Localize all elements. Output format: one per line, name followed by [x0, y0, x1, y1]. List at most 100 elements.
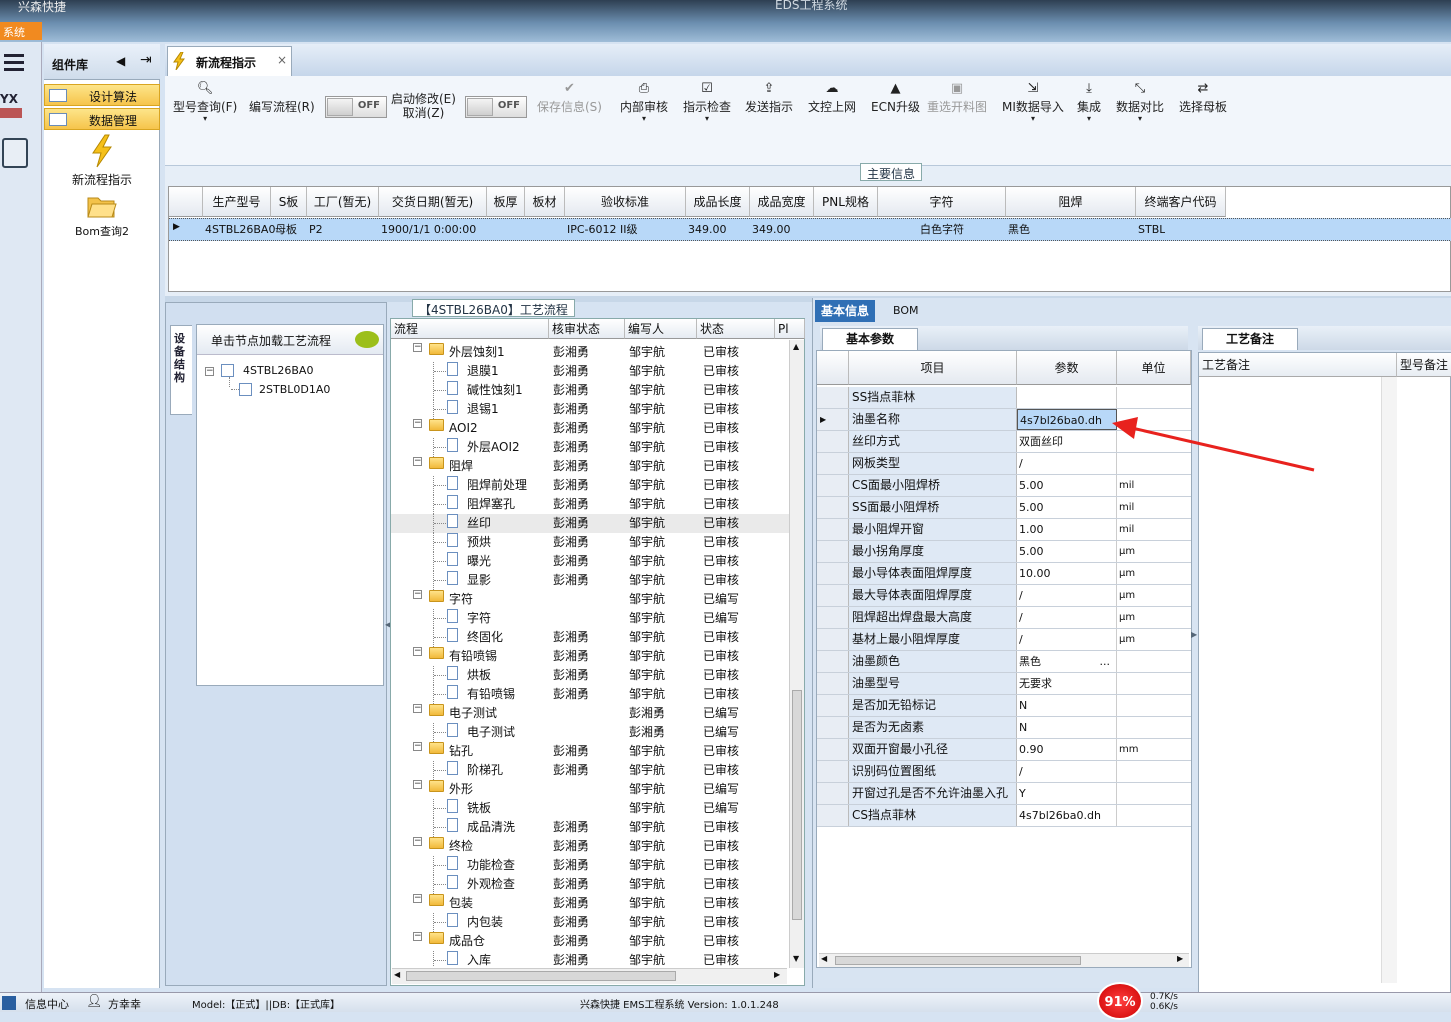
column-header[interactable]: 单位 — [1117, 351, 1191, 385]
collapse-toggle[interactable]: − — [413, 647, 422, 656]
exit-icon[interactable]: ⇥ — [140, 52, 152, 68]
collapse-toggle[interactable]: − — [413, 704, 422, 713]
param-row[interactable]: 阻焊超出焊盘最大高度 / μm — [817, 607, 1191, 629]
param-value[interactable]: 5.00 — [1017, 541, 1117, 562]
column-header[interactable]: 板厚 — [487, 187, 525, 217]
column-header[interactable]: Pl — [775, 319, 805, 339]
flow-row[interactable]: − 成品仓 彭湘勇 邹宇航 已审核 — [391, 932, 789, 951]
row-selector[interactable] — [817, 629, 849, 650]
collapse-toggle[interactable]: − — [413, 590, 422, 599]
param-row[interactable]: 识别码位置图纸 / — [817, 761, 1191, 783]
horizontal-scrollbar[interactable]: ◀ ▶ — [819, 953, 1189, 967]
column-header[interactable]: 验收标准 — [565, 187, 686, 217]
param-row[interactable]: 基材上最小阻焊厚度 / μm — [817, 629, 1191, 651]
flow-row[interactable]: 阻焊塞孔 彭湘勇 邹宇航 已审核 — [391, 495, 789, 514]
row-selector[interactable] — [817, 805, 849, 826]
table-row[interactable]: ▶ — [169, 218, 1451, 241]
row-selector[interactable] — [817, 563, 849, 584]
flow-row[interactable]: 曝光 彭湘勇 邹宇航 已审核 — [391, 552, 789, 571]
flow-row[interactable]: 电子测试 彭湘勇 已编写 — [391, 723, 789, 742]
horizontal-scrollbar[interactable]: ◀ ▶ — [392, 968, 787, 984]
internal-review-button[interactable]: ⎙ 内部审核 ▾ — [620, 80, 668, 123]
collapse-toggle[interactable]: − — [413, 343, 422, 352]
column-header[interactable]: 项目 — [849, 351, 1017, 385]
column-header[interactable]: 状态 — [697, 319, 775, 339]
column-header[interactable]: 型号备注 — [1397, 353, 1451, 377]
cpu-usage-badge[interactable]: 91% — [1097, 982, 1143, 1020]
column-header[interactable]: 板材 — [525, 187, 565, 217]
vertical-tab-device-structure[interactable]: 设备结构 — [170, 325, 192, 415]
flow-row[interactable]: 字符 邹宇航 已编写 — [391, 609, 789, 628]
comment-bubble-icon[interactable] — [355, 331, 379, 348]
param-row[interactable]: SS面最小阻焊桥 5.00 mil — [817, 497, 1191, 519]
column-header[interactable]: 生产型号 — [203, 187, 271, 217]
doc-control-online-button[interactable]: ☁ 文控上网 — [808, 80, 856, 115]
reselect-cutting-chart-button[interactable]: ▣ 重选开料图 — [927, 80, 987, 115]
column-header[interactable]: 字符 — [878, 187, 1006, 217]
write-flow-button[interactable]: 编写流程(R) — [249, 98, 315, 115]
row-selector[interactable] — [817, 519, 849, 540]
row-selector[interactable] — [817, 585, 849, 606]
collapse-toggle[interactable]: − — [413, 932, 422, 941]
flow-row[interactable]: − 包装 彭湘勇 邹宇航 已审核 — [391, 894, 789, 913]
collapse-toggle[interactable]: − — [413, 894, 422, 903]
param-value[interactable]: / — [1017, 453, 1117, 474]
column-header[interactable]: 参数 — [1017, 351, 1117, 385]
param-row[interactable]: 最小导体表面阻焊厚度 10.00 μm — [817, 563, 1191, 585]
flow-row[interactable]: 丝印 彭湘勇 邹宇航 已审核 — [391, 514, 789, 533]
param-value[interactable]: 4s7bl26ba0.dh — [1017, 805, 1117, 826]
yx-app-icon[interactable]: YX — [0, 92, 30, 126]
column-header[interactable]: 阻焊 — [1006, 187, 1136, 217]
flow-row[interactable]: 内包装 彭湘勇 邹宇航 已审核 — [391, 913, 789, 932]
flow-row[interactable]: − 终检 彭湘勇 邹宇航 已审核 — [391, 837, 789, 856]
flow-row[interactable]: − AOI2 彭湘勇 邹宇航 已审核 — [391, 419, 789, 438]
row-selector[interactable] — [817, 739, 849, 760]
param-value[interactable]: 黑色... — [1017, 651, 1117, 672]
row-selector[interactable] — [817, 453, 849, 474]
flow-row[interactable]: 退锡1 彭湘勇 邹宇航 已审核 — [391, 400, 789, 419]
param-value[interactable]: / — [1017, 585, 1117, 606]
row-selector[interactable] — [817, 431, 849, 452]
tab-new-flow[interactable]: 新流程指示 × — [167, 46, 292, 76]
tab-close-icon[interactable]: × — [277, 53, 287, 67]
column-header[interactable]: 工艺备注 — [1199, 353, 1397, 377]
flow-row[interactable]: − 电子测试 彭湘勇 已编写 — [391, 704, 789, 723]
param-value[interactable]: 10.00 — [1017, 563, 1117, 584]
param-value[interactable]: 1.00 — [1017, 519, 1117, 540]
sidebar-item-design-algorithm[interactable]: 设计算法 — [44, 84, 160, 106]
param-value[interactable]: 4s7bl26ba0.dh — [1017, 409, 1117, 430]
param-value[interactable]: 双面丝印 — [1017, 431, 1117, 452]
flow-row[interactable]: 有铅喷锡 彭湘勇 邹宇航 已审核 — [391, 685, 789, 704]
integrate-button[interactable]: ⤓ 集成 ▾ — [1077, 80, 1101, 123]
sidebar-item-data-management[interactable]: 数据管理 — [44, 108, 160, 130]
flow-row[interactable]: 外观检查 彭湘勇 邹宇航 已审核 — [391, 875, 789, 894]
column-header[interactable]: 交货日期(暂无) — [379, 187, 487, 217]
row-selector[interactable] — [817, 497, 849, 518]
row-selector[interactable]: ▶ — [817, 409, 849, 430]
mi-data-import-button[interactable]: ⇲ MI数据导入 ▾ — [1002, 80, 1064, 123]
flow-row[interactable]: − 钻孔 彭湘勇 邹宇航 已审核 — [391, 742, 789, 761]
param-row[interactable]: 开窗过孔是否不允许油墨入孔 Y — [817, 783, 1191, 805]
param-value[interactable]: / — [1017, 629, 1117, 650]
flow-row[interactable]: 碱性蚀刻1 彭湘勇 邹宇航 已审核 — [391, 381, 789, 400]
row-selector[interactable] — [817, 387, 849, 408]
param-row[interactable]: 油墨型号 无要求 — [817, 673, 1191, 695]
nav-bom-query[interactable]: Bom查询2 — [44, 192, 160, 239]
save-info-button[interactable]: ✔ 保存信息(S) — [537, 80, 602, 115]
collapse-left-icon[interactable]: ◀ — [116, 54, 125, 68]
column-header[interactable]: 编写人 — [625, 319, 697, 339]
param-value[interactable]: N — [1017, 717, 1117, 738]
param-row[interactable]: CS面最小阻焊桥 5.00 mil — [817, 475, 1191, 497]
hamburger-menu-icon[interactable] — [4, 54, 24, 72]
flow-row[interactable]: 铣板 邹宇航 已编写 — [391, 799, 789, 818]
flow-row[interactable]: 终固化 彭湘勇 邹宇航 已审核 — [391, 628, 789, 647]
tab-basic-info[interactable]: 基本信息 — [815, 300, 876, 322]
tab-bom[interactable]: BOM — [887, 300, 925, 322]
param-value[interactable]: 0.90 — [1017, 739, 1117, 760]
param-row[interactable]: 是否为无卤素 N — [817, 717, 1191, 739]
flow-row[interactable]: 功能检查 彭湘勇 邹宇航 已审核 — [391, 856, 789, 875]
flow-row[interactable]: − 外层蚀刻1 彭湘勇 邹宇航 已审核 — [391, 343, 789, 362]
row-selector[interactable] — [817, 607, 849, 628]
row-selector[interactable] — [817, 761, 849, 782]
row-selector[interactable] — [817, 695, 849, 716]
